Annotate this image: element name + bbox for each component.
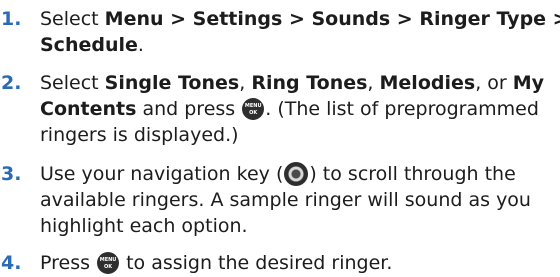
- step-line: Contents and press MENU OK. (The list of …: [40, 96, 560, 122]
- menu-ok-icon: MENU OK: [242, 98, 265, 120]
- step-line: Schedule.: [40, 32, 560, 58]
- icon-label-top: MENU: [99, 257, 117, 263]
- step-text-segment: ) to scroll through the: [309, 163, 516, 185]
- step-line: available ringers. A sample ringer will …: [40, 187, 560, 213]
- step-text-segment: . (The list of preprogrammed: [265, 98, 539, 120]
- step-text-segment: to assign the desired ringer.: [120, 252, 393, 274]
- step-line: Use your navigation key ( ) to scroll thr…: [40, 161, 560, 187]
- step-text-segment: ringers is displayed.): [40, 124, 239, 146]
- step-text-segment: .: [137, 34, 144, 56]
- step-text-segment: Select: [40, 72, 105, 94]
- step-text-segment: , or: [475, 72, 513, 94]
- bold-term: Ring Tones: [251, 72, 368, 94]
- step-text: Select Single Tones, Ring Tones, Melodie…: [40, 70, 560, 148]
- bold-term: Schedule: [40, 34, 138, 56]
- step-text-segment: available ringers. A sample ringer will …: [40, 189, 531, 211]
- step-line: Select Menu > Settings > Sounds > Ringer…: [40, 6, 560, 32]
- step-text-segment: and press: [136, 98, 242, 120]
- instruction-steps: 1. Select Menu > Settings > Sounds > Rin…: [0, 0, 560, 277]
- step-number: 3.: [1, 163, 22, 185]
- icon-label-bottom: OK: [249, 110, 258, 116]
- step-text-segment: ,: [239, 72, 252, 94]
- menu-ok-icon: MENU OK: [97, 252, 120, 274]
- icon-label-top: MENU: [244, 103, 262, 109]
- step-text: Use your navigation key ( ) to scroll thr…: [40, 161, 560, 239]
- bold-term: Single Tones: [104, 72, 240, 94]
- step-line: ringers is displayed.): [40, 122, 560, 148]
- bold-term: Contents: [40, 98, 137, 120]
- step-text-segment: Select: [40, 8, 105, 30]
- bold-term: Menu > Settings > Sounds > Ringer Type >: [104, 8, 560, 30]
- step-text-segment: Use your navigation key (: [40, 163, 284, 185]
- step-text-segment: ,: [367, 72, 380, 94]
- step-text: Select Menu > Settings > Sounds > Ringer…: [40, 6, 560, 58]
- navigation-key-icon: [284, 162, 309, 186]
- step-line: Select Single Tones, Ring Tones, Melodie…: [40, 70, 560, 96]
- step-number: 1.: [1, 8, 22, 30]
- step-text-segment: Press: [40, 252, 97, 274]
- step-line: Press MENU OK to assign the desired ringe…: [40, 250, 560, 276]
- step-number: 2.: [1, 72, 22, 94]
- step-number: 4.: [1, 252, 22, 274]
- step-line: highlight each option.: [40, 213, 560, 239]
- bold-term: My: [512, 72, 545, 94]
- step-text: Press MENU OK to assign the desired ringe…: [40, 250, 560, 276]
- bold-term: Melodies: [379, 72, 476, 94]
- step-text-segment: highlight each option.: [40, 215, 248, 237]
- icon-label-bottom: OK: [103, 264, 113, 270]
